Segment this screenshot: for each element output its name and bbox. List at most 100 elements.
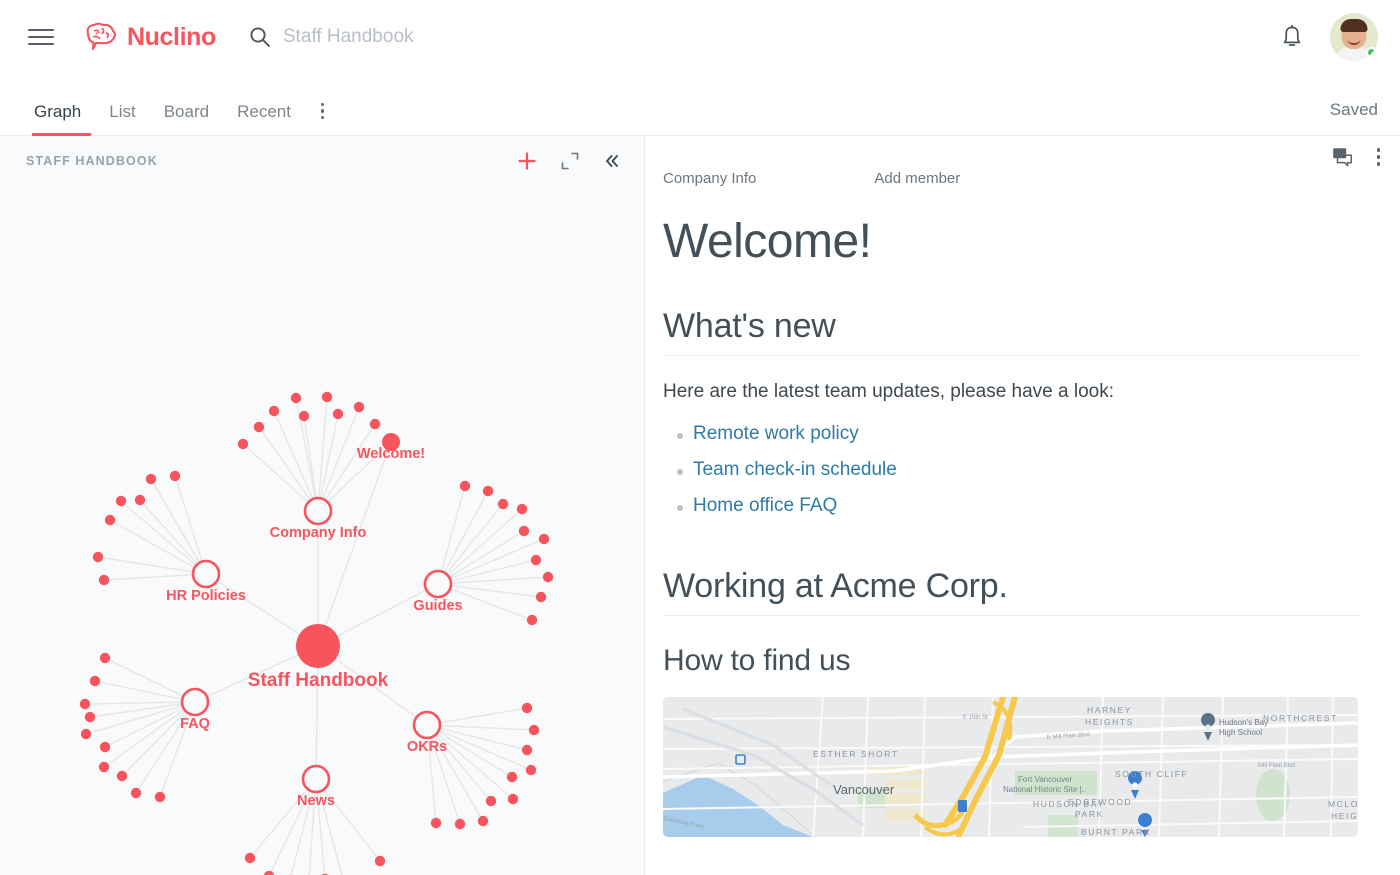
nuclino-logo[interactable]: Nuclino bbox=[84, 22, 216, 52]
breadcrumb: Company Info Add member bbox=[663, 170, 1400, 187]
graph-panel: STAFF HANDBOOK Company Info Welcome! HR … bbox=[0, 136, 645, 875]
list-item[interactable]: Remote work policy bbox=[663, 423, 1400, 445]
graph-cluster-node[interactable] bbox=[412, 710, 442, 740]
graph-leaf-node[interactable] bbox=[518, 525, 530, 537]
graph-leaf-node[interactable] bbox=[116, 770, 128, 782]
svg-text:Fort Vancouver: Fort Vancouver bbox=[1018, 775, 1072, 784]
graph-leaf-node[interactable] bbox=[528, 724, 540, 736]
graph-leaf-node[interactable] bbox=[321, 391, 333, 403]
tabs-more-icon[interactable] bbox=[305, 102, 335, 136]
graph-center-node[interactable] bbox=[296, 624, 340, 668]
section-paragraph: Here are the latest team updates, please… bbox=[663, 381, 1114, 402]
link-list: Remote work policy Team check-in schedul… bbox=[663, 423, 1400, 517]
graph-leaf-node[interactable] bbox=[506, 771, 518, 783]
graph-leaf-node[interactable] bbox=[521, 702, 533, 714]
graph-leaf-node[interactable] bbox=[526, 614, 538, 626]
graph-leaf-node[interactable] bbox=[268, 405, 280, 417]
graph-panel-header: STAFF HANDBOOK bbox=[0, 136, 644, 186]
graph-leaf-node[interactable] bbox=[92, 551, 104, 563]
graph-cluster-node[interactable] bbox=[423, 569, 453, 599]
graph-leaf-node[interactable] bbox=[253, 421, 265, 433]
breadcrumb-company-info[interactable]: Company Info bbox=[663, 170, 756, 187]
graph-leaf-node[interactable] bbox=[115, 495, 127, 507]
graph-leaf-node[interactable] bbox=[99, 652, 111, 664]
plus-icon bbox=[518, 152, 536, 170]
graph-node-label: Guides bbox=[413, 598, 462, 614]
add-member-button[interactable]: Add member bbox=[874, 170, 960, 187]
graph-leaf-node[interactable] bbox=[542, 571, 554, 583]
graph-leaf-node[interactable] bbox=[332, 408, 344, 420]
location-map[interactable]: ESTHER SHORT Vancouver Fort Vancouver Na… bbox=[663, 697, 1358, 837]
graph-leaf-node[interactable] bbox=[263, 870, 275, 875]
top-bar: Nuclino bbox=[0, 0, 1400, 74]
graph-leaf-node[interactable] bbox=[454, 818, 466, 830]
graph-leaf-node[interactable] bbox=[130, 787, 142, 799]
collapse-sidebar-button[interactable] bbox=[600, 149, 624, 173]
list-item[interactable]: Team check-in schedule bbox=[663, 459, 1400, 481]
graph-leaf-node[interactable] bbox=[244, 852, 256, 864]
graph-cluster-node[interactable] bbox=[191, 559, 221, 589]
graph-leaf-node[interactable] bbox=[430, 817, 442, 829]
graph-node-label: OKRs bbox=[407, 739, 447, 755]
graph-leaf-node[interactable] bbox=[477, 815, 489, 827]
graph-node-label: News bbox=[297, 793, 335, 809]
graph-leaf-node[interactable] bbox=[89, 675, 101, 687]
graph-leaf-node[interactable] bbox=[145, 473, 157, 485]
graph-leaf-node[interactable] bbox=[374, 855, 386, 867]
document-more-button[interactable] bbox=[1373, 144, 1385, 170]
svg-text:Mill Plain Blvd: Mill Plain Blvd bbox=[1258, 763, 1295, 769]
add-item-button[interactable] bbox=[514, 148, 540, 174]
graph-leaf-node[interactable] bbox=[84, 711, 96, 723]
graph-leaf-node[interactable] bbox=[80, 728, 92, 740]
graph-leaf-node[interactable] bbox=[516, 503, 528, 515]
graph-leaf-node[interactable] bbox=[525, 764, 537, 776]
tab-board[interactable]: Board bbox=[150, 103, 223, 135]
graph-leaf-node[interactable] bbox=[154, 791, 166, 803]
svg-text:SOUTH CLIFF: SOUTH CLIFF bbox=[1115, 769, 1188, 779]
hamburger-menu-icon[interactable] bbox=[28, 24, 54, 50]
graph-leaf-node[interactable] bbox=[535, 591, 547, 603]
fullscreen-button[interactable] bbox=[558, 149, 582, 173]
graph-cluster-node[interactable] bbox=[303, 496, 333, 526]
svg-text:MCLOU: MCLOU bbox=[1328, 799, 1358, 809]
graph-nodes: Company Info Welcome! HR Policies Guides FAQ… bbox=[79, 391, 554, 875]
svg-text:Hudson's Bay: Hudson's Bay bbox=[1219, 718, 1268, 727]
search-input[interactable] bbox=[282, 26, 703, 48]
tab-list[interactable]: List bbox=[95, 103, 149, 135]
graph-leaf-node[interactable] bbox=[104, 514, 116, 526]
document-body: Company Info Add member Welcome! What's … bbox=[645, 136, 1400, 837]
graph-leaf-node[interactable] bbox=[237, 438, 249, 450]
search-area[interactable] bbox=[249, 26, 1280, 48]
graph-leaf-node[interactable] bbox=[538, 533, 550, 545]
bell-icon[interactable] bbox=[1280, 24, 1304, 50]
knowledge-graph[interactable]: Company Info Welcome! HR Policies Guides FAQ… bbox=[0, 182, 645, 875]
graph-leaf-node[interactable] bbox=[459, 480, 471, 492]
comments-button[interactable] bbox=[1332, 147, 1353, 167]
graph-cluster-node[interactable] bbox=[180, 687, 210, 717]
graph-leaf-node[interactable] bbox=[369, 418, 381, 430]
graph-leaf-node[interactable] bbox=[521, 744, 533, 756]
graph-leaf-node[interactable] bbox=[98, 574, 110, 586]
graph-leaf-node[interactable] bbox=[169, 470, 181, 482]
graph-cluster-node[interactable] bbox=[301, 764, 331, 794]
graph-leaf-node[interactable] bbox=[353, 401, 365, 413]
graph-leaf-node[interactable] bbox=[99, 741, 111, 753]
tab-graph[interactable]: Graph bbox=[28, 103, 95, 136]
graph-leaf-node[interactable] bbox=[507, 793, 519, 805]
avatar[interactable] bbox=[1330, 13, 1378, 61]
expand-icon bbox=[561, 152, 579, 170]
graph-leaf-node[interactable] bbox=[134, 494, 146, 506]
graph-leaf-node[interactable] bbox=[298, 410, 310, 422]
tab-recent[interactable]: Recent bbox=[223, 103, 305, 135]
graph-leaf-node[interactable] bbox=[79, 698, 91, 710]
graph-leaf-node[interactable] bbox=[482, 485, 494, 497]
svg-text:BURNT PARK: BURNT PARK bbox=[1081, 827, 1151, 837]
graph-leaf-node[interactable] bbox=[290, 392, 302, 404]
graph-leaf-node[interactable] bbox=[98, 761, 110, 773]
graph-leaf-node[interactable] bbox=[485, 795, 497, 807]
list-item[interactable]: Home office FAQ bbox=[663, 495, 1400, 517]
saved-status: Saved bbox=[1329, 100, 1378, 119]
chevron-double-left-icon bbox=[606, 155, 618, 167]
graph-leaf-node[interactable] bbox=[530, 554, 542, 566]
graph-leaf-node[interactable] bbox=[497, 498, 509, 510]
